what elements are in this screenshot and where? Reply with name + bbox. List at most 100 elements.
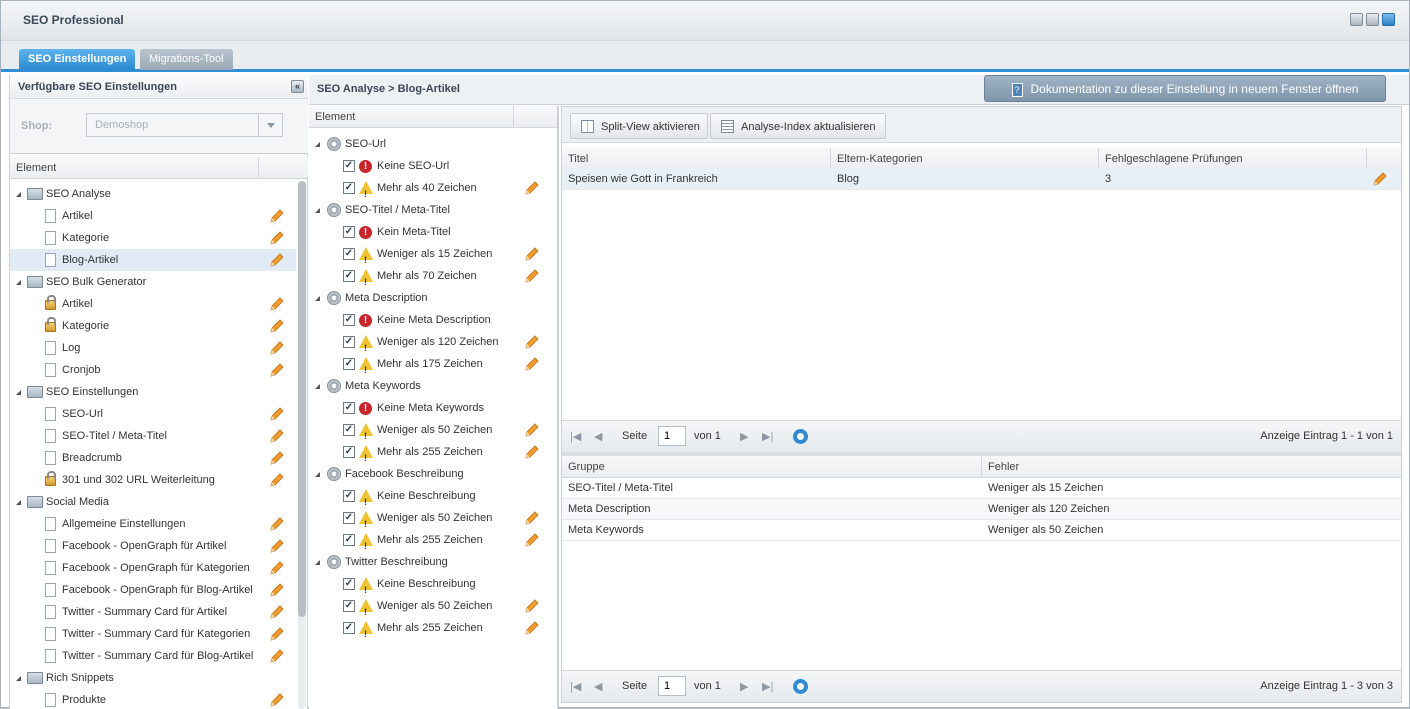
- tree-item[interactable]: Facebook - OpenGraph für Artikel: [10, 535, 296, 557]
- check-item[interactable]: ✓ Weniger als 15 Zeichen: [309, 243, 557, 271]
- edit-pencil-icon[interactable]: [269, 450, 285, 466]
- tree-item[interactable]: Twitter - Summary Card für Kategorien: [10, 623, 296, 645]
- check-group[interactable]: SEO-Url: [309, 133, 557, 155]
- checkbox[interactable]: ✓: [343, 336, 355, 348]
- checkbox[interactable]: ✓: [343, 160, 355, 172]
- edit-pencil-icon[interactable]: [524, 532, 540, 548]
- tree-item[interactable]: Log: [10, 337, 296, 359]
- page-input[interactable]: [658, 676, 686, 696]
- edit-pencil-icon[interactable]: [524, 422, 540, 438]
- checkbox[interactable]: ✓: [343, 600, 355, 612]
- table-row[interactable]: Meta Description Weniger als 120 Zeichen: [562, 499, 1401, 520]
- edit-pencil-icon[interactable]: [269, 560, 285, 576]
- edit-pencil-icon[interactable]: [524, 444, 540, 460]
- edit-pencil-icon[interactable]: [269, 340, 285, 356]
- edit-pencil-icon[interactable]: [524, 620, 540, 636]
- checkbox[interactable]: ✓: [343, 358, 355, 370]
- shop-select[interactable]: Demoshop: [86, 113, 283, 137]
- tree-folder[interactable]: SEO Bulk Generator: [10, 271, 296, 293]
- edit-pencil-icon[interactable]: [269, 692, 285, 708]
- checkbox[interactable]: ✓: [343, 314, 355, 326]
- checkbox[interactable]: ✓: [343, 248, 355, 260]
- check-group[interactable]: Facebook Beschreibung: [309, 463, 557, 485]
- table-row[interactable]: Speisen wie Gott in Frankreich Blog 3: [562, 169, 1401, 190]
- edit-pencil-icon[interactable]: [269, 252, 285, 268]
- check-item[interactable]: ✓! Keine Meta Description: [309, 309, 557, 331]
- table-row[interactable]: Meta Keywords Weniger als 50 Zeichen: [562, 520, 1401, 541]
- expand-icon[interactable]: [16, 676, 21, 681]
- check-item[interactable]: ✓ Mehr als 40 Zeichen: [309, 177, 557, 205]
- refresh-icon[interactable]: [793, 679, 808, 694]
- page-input[interactable]: [658, 426, 686, 446]
- refresh-index-button[interactable]: Analyse-Index aktualisieren: [710, 113, 886, 139]
- tree-item[interactable]: Breadcrumb: [10, 447, 296, 469]
- check-item[interactable]: ✓ Mehr als 175 Zeichen: [309, 353, 557, 381]
- edit-pencil-icon[interactable]: [269, 582, 285, 598]
- check-item[interactable]: ✓ Weniger als 50 Zeichen: [309, 595, 557, 623]
- checkbox[interactable]: ✓: [343, 512, 355, 524]
- check-item[interactable]: ✓ Weniger als 50 Zeichen: [309, 419, 557, 447]
- expand-icon[interactable]: [315, 560, 320, 565]
- checkbox[interactable]: ✓: [343, 622, 355, 634]
- refresh-icon[interactable]: [793, 429, 808, 444]
- minimize-icon[interactable]: [1350, 13, 1363, 26]
- expand-icon[interactable]: [315, 142, 320, 147]
- last-page-icon[interactable]: ▶|: [762, 680, 773, 693]
- edit-pencil-icon[interactable]: [269, 362, 285, 378]
- tree-item[interactable]: SEO-Url: [10, 403, 296, 425]
- edit-pencil-icon[interactable]: [269, 648, 285, 664]
- edit-pencil-icon[interactable]: [524, 598, 540, 614]
- edit-pencil-icon[interactable]: [269, 230, 285, 246]
- close-icon[interactable]: [1382, 13, 1395, 26]
- expand-icon[interactable]: [315, 296, 320, 301]
- expand-icon[interactable]: [16, 500, 21, 505]
- first-page-icon[interactable]: |◀: [570, 680, 581, 693]
- split-view-button[interactable]: Split-View aktivieren: [570, 113, 708, 139]
- tree-item[interactable]: Kategorie: [10, 315, 296, 337]
- last-page-icon[interactable]: ▶|: [762, 430, 773, 443]
- check-item[interactable]: ✓! Keine Meta Keywords: [309, 397, 557, 419]
- tree-item[interactable]: SEO-Titel / Meta-Titel: [10, 425, 296, 447]
- edit-pencil-icon[interactable]: [524, 268, 540, 284]
- check-item[interactable]: ✓ Mehr als 255 Zeichen: [309, 441, 557, 469]
- tree-item[interactable]: Produkte: [10, 689, 296, 709]
- check-item[interactable]: ✓ Keine Beschreibung: [309, 573, 557, 601]
- tree-folder[interactable]: SEO Analyse: [10, 183, 296, 205]
- edit-pencil-icon[interactable]: [269, 604, 285, 620]
- edit-pencil-icon[interactable]: [524, 246, 540, 262]
- next-page-icon[interactable]: ▶: [740, 430, 748, 443]
- table-row[interactable]: SEO-Titel / Meta-Titel Weniger als 15 Zei…: [562, 478, 1401, 499]
- edit-pencil-icon[interactable]: [269, 406, 285, 422]
- documentation-button[interactable]: ? Dokumentation zu dieser Einstellung in …: [984, 75, 1386, 102]
- expand-icon[interactable]: [16, 390, 21, 395]
- tree-item[interactable]: Twitter - Summary Card für Artikel: [10, 601, 296, 623]
- tree-folder[interactable]: Social Media: [10, 491, 296, 513]
- left-scroll-thumb[interactable]: [298, 181, 306, 617]
- edit-pencil-icon[interactable]: [269, 538, 285, 554]
- tree-item[interactable]: Cronjob: [10, 359, 296, 381]
- tree-item[interactable]: Twitter - Summary Card für Blog-Artikel: [10, 645, 296, 667]
- first-page-icon[interactable]: |◀: [570, 430, 581, 443]
- tree-item[interactable]: Facebook - OpenGraph für Blog-Artikel: [10, 579, 296, 601]
- expand-icon[interactable]: [16, 192, 21, 197]
- tree-item[interactable]: Facebook - OpenGraph für Kategorien: [10, 557, 296, 579]
- check-item[interactable]: ✓ Keine Beschreibung: [309, 485, 557, 513]
- tree-folder[interactable]: SEO Einstellungen: [10, 381, 296, 403]
- prev-page-icon[interactable]: ◀: [594, 430, 602, 443]
- prev-page-icon[interactable]: ◀: [594, 680, 602, 693]
- tree-item[interactable]: Blog-Artikel: [10, 249, 296, 271]
- edit-pencil-icon[interactable]: [269, 626, 285, 642]
- left-scrollbar[interactable]: [298, 181, 306, 709]
- edit-pencil-icon[interactable]: [524, 180, 540, 196]
- check-group[interactable]: Twitter Beschreibung: [309, 551, 557, 573]
- tab-seo-einstellungen[interactable]: SEO Einstellungen: [19, 49, 136, 70]
- checkbox[interactable]: ✓: [343, 446, 355, 458]
- check-item[interactable]: ✓ Mehr als 70 Zeichen: [309, 265, 557, 293]
- edit-pencil-icon[interactable]: [269, 428, 285, 444]
- edit-pencil-icon[interactable]: [269, 208, 285, 224]
- collapse-icon[interactable]: «: [291, 80, 304, 93]
- checkbox[interactable]: ✓: [343, 270, 355, 282]
- tab-migrations-tool[interactable]: Migrations-Tool: [140, 49, 233, 70]
- check-item[interactable]: ✓! Kein Meta-Titel: [309, 221, 557, 243]
- checkbox[interactable]: ✓: [343, 578, 355, 590]
